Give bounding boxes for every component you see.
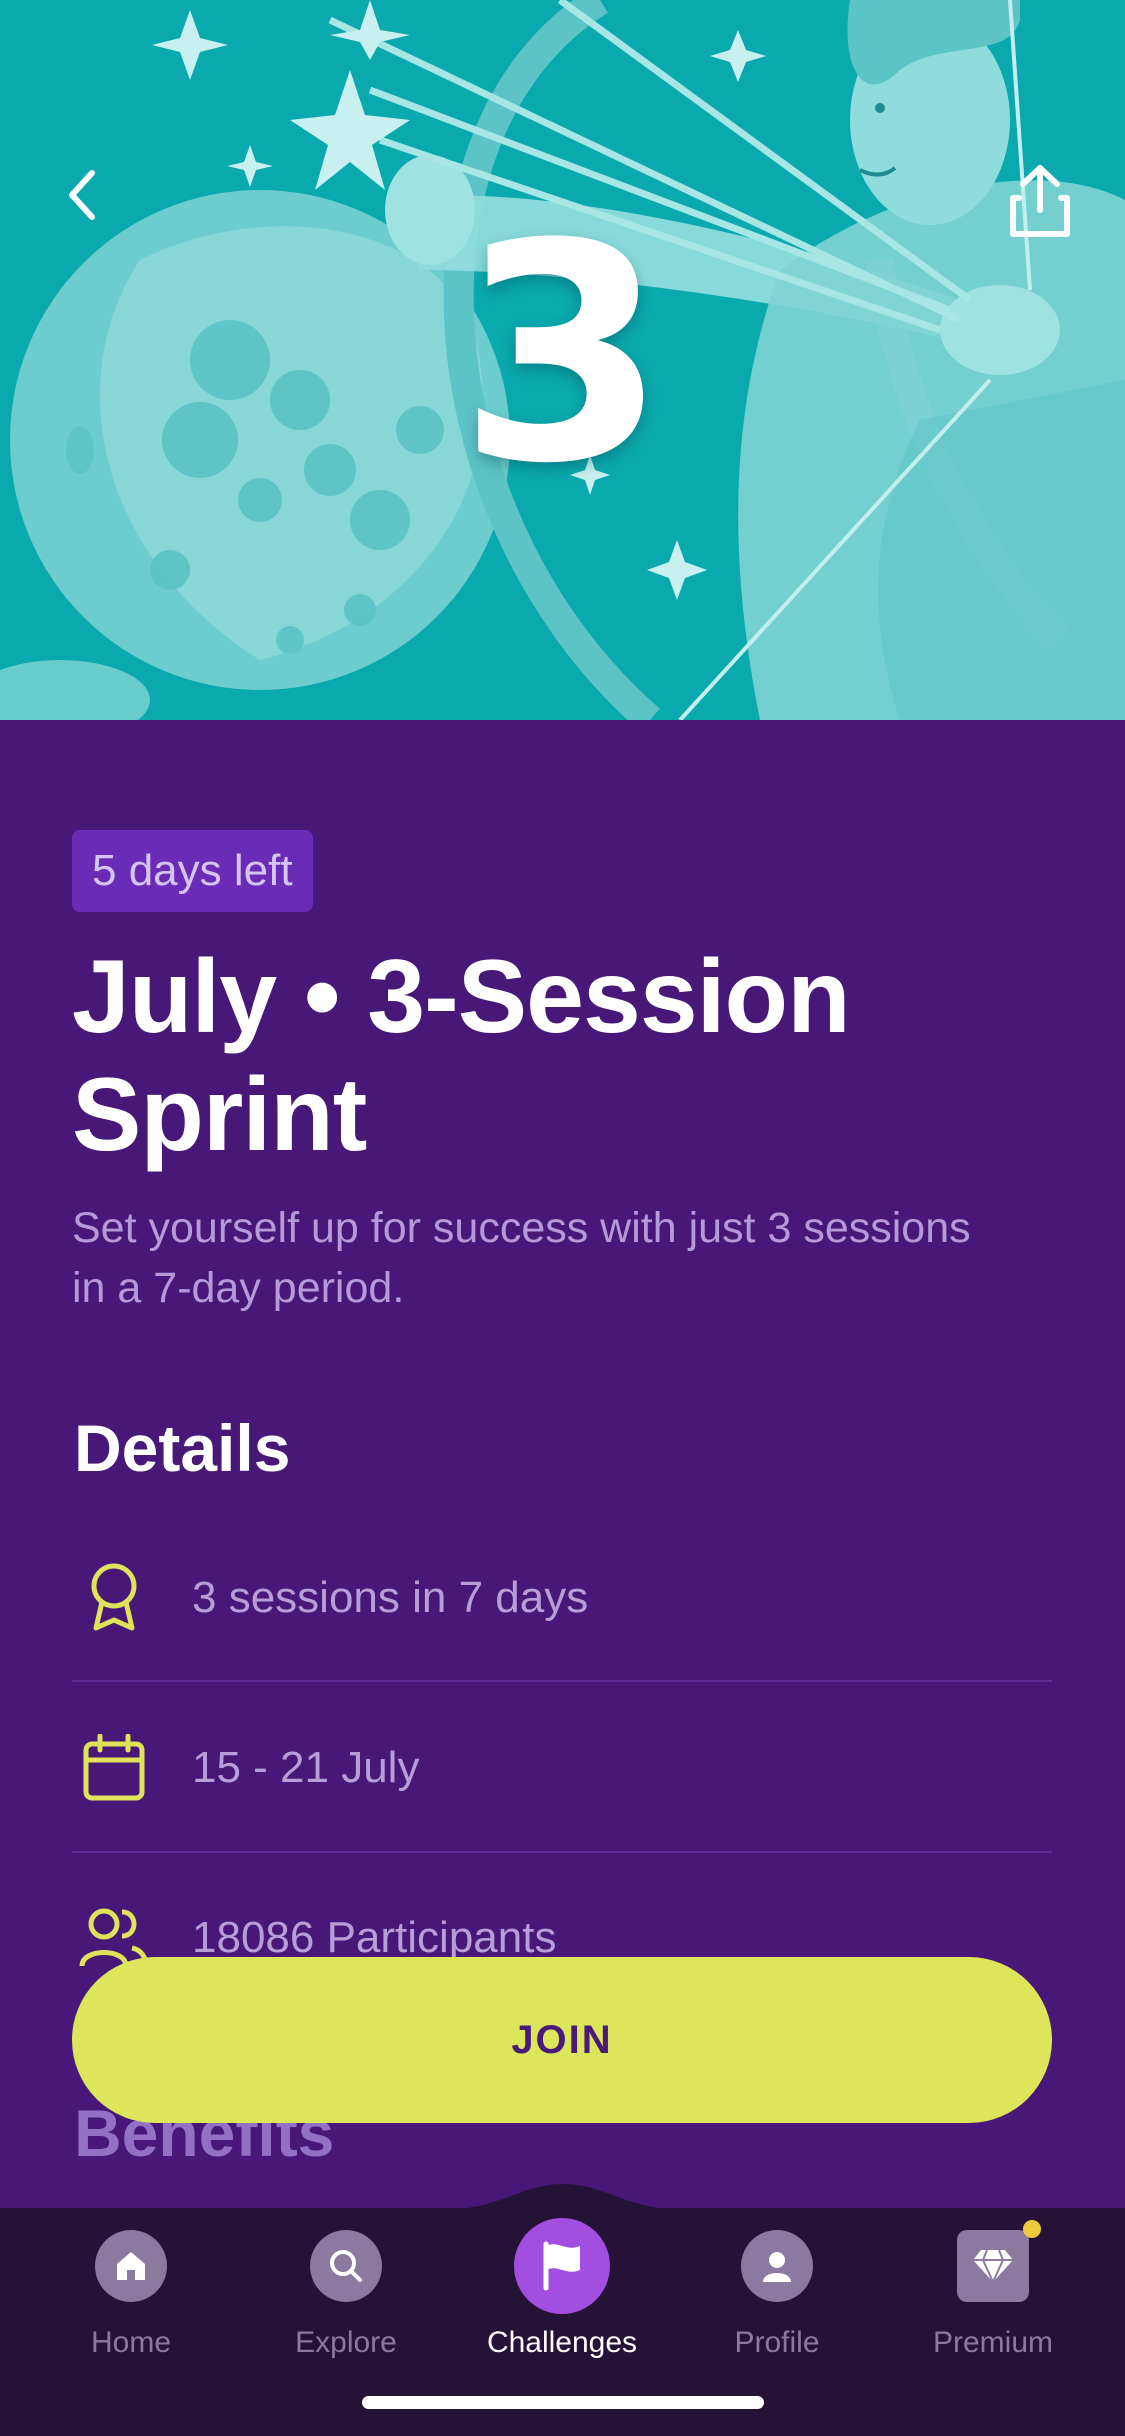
detail-row-dates: 15 - 21 July <box>72 1683 1052 1853</box>
divider <box>72 1680 1052 1682</box>
home-icon <box>95 2230 167 2302</box>
tab-label: Challenges <box>486 2326 638 2359</box>
tab-label: Profile <box>734 2326 820 2359</box>
tab-notch <box>440 2184 686 2210</box>
challenge-description: Set yourself up for success with just 3 … <box>72 1204 971 1312</box>
tab-explore[interactable]: Explore <box>246 2230 446 2380</box>
detail-row-sessions: 3 sessions in 7 days <box>72 1513 1052 1683</box>
tab-label: Premium <box>932 2326 1053 2359</box>
award-ribbon-icon <box>78 1562 150 1634</box>
details-heading: Details <box>74 1411 291 1485</box>
detail-text: 18086 Participants <box>192 1913 557 1962</box>
diamond-icon <box>957 2220 1041 2302</box>
flag-icon <box>514 2218 610 2314</box>
detail-text: 15 - 21 July <box>192 1743 420 1792</box>
profile-icon <box>741 2230 813 2302</box>
hero-number: 3 <box>458 180 667 529</box>
tab-profile[interactable]: Profile <box>677 2230 877 2380</box>
days-left-badge: 5 days left <box>72 830 313 912</box>
detail-text: 3 sessions in 7 days <box>192 1573 589 1622</box>
search-icon <box>310 2230 382 2302</box>
tab-challenges[interactable]: Challenges <box>462 2218 662 2380</box>
tab-premium[interactable]: Premium <box>893 2220 1093 2380</box>
home-indicator <box>362 2396 764 2409</box>
challenge-title: July • 3-Session Sprint <box>72 939 851 1173</box>
join-button[interactable]: JOIN <box>72 1957 1052 2123</box>
hero-banner: 3 <box>0 0 1125 720</box>
tab-home[interactable]: Home <box>31 2230 231 2380</box>
notification-dot <box>1023 2220 1041 2238</box>
calendar-icon <box>78 1732 150 1804</box>
tab-label: Home <box>90 2326 172 2359</box>
tab-label: Explore <box>295 2326 397 2359</box>
